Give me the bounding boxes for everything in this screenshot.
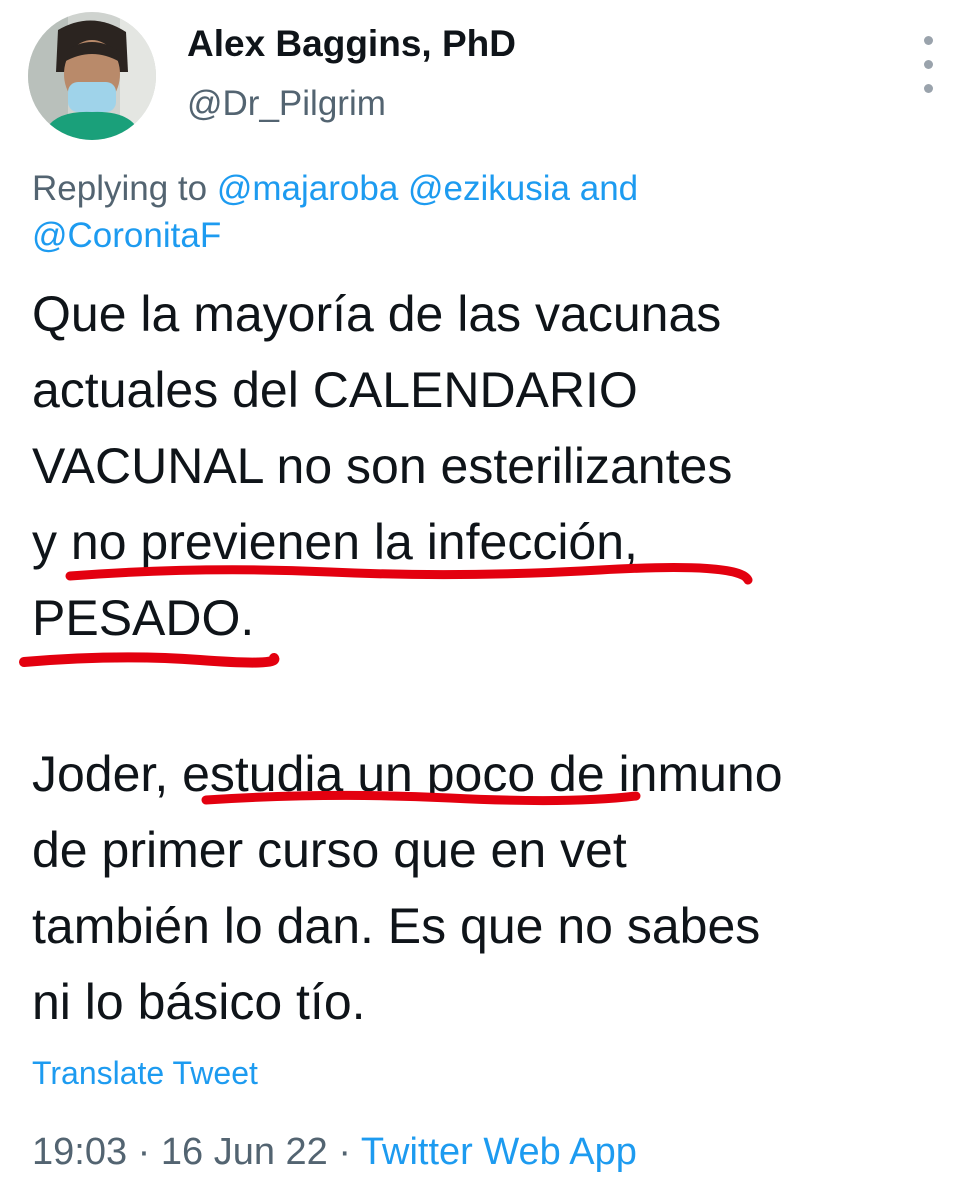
author-handle[interactable]: @Dr_Pilgrim [187, 82, 386, 126]
tweet-text-line: Que la mayoría de las vacunas [32, 286, 722, 342]
meta-separator: · [338, 1131, 352, 1173]
more-options-button[interactable] [906, 26, 950, 106]
avatar[interactable] [28, 12, 156, 140]
tweet-source-link[interactable]: Twitter Web App [361, 1131, 637, 1173]
mention-link[interactable]: @ezikusia [408, 169, 570, 208]
replying-prefix: Replying to [32, 169, 208, 208]
tweet-text-line: PESADO. [32, 590, 255, 646]
tweet-text-line: ni lo básico tío. [32, 974, 366, 1030]
tweet-text-line: de primer curso que en vet [32, 822, 627, 878]
tweet-text-line: VACUNAL no son esterilizantes [32, 438, 733, 494]
mention-link[interactable]: @CoronitaF [32, 216, 221, 255]
profile-photo [28, 12, 156, 140]
mention-and[interactable]: and [580, 169, 638, 208]
meta-separator: · [137, 1131, 151, 1173]
tweet-text-line: y no previenen la infección, [32, 514, 638, 570]
tweet-date[interactable]: 16 Jun 22 [161, 1131, 328, 1173]
more-dot [924, 60, 933, 69]
tweet-text-line: también lo dan. Es que no sabes [32, 898, 761, 954]
more-dot [924, 84, 933, 93]
translate-tweet-link[interactable]: Translate Tweet [32, 1052, 258, 1094]
tweet-meta: 19:03 · 16 Jun 22 · Twitter Web App [32, 1128, 637, 1176]
tweet-time[interactable]: 19:03 [32, 1131, 127, 1173]
mention-link[interactable]: @majaroba [217, 169, 398, 208]
tweet-card: Alex Baggins, PhD @Dr_Pilgrim Replying t… [0, 0, 974, 1200]
underline-pesado [19, 652, 280, 668]
tweet-text-line: actuales del CALENDARIO [32, 362, 638, 418]
author-name[interactable]: Alex Baggins, PhD [187, 22, 516, 66]
replying-to: Replying to @majaroba @ezikusia and @Cor… [32, 165, 792, 259]
more-vertical-icon [924, 36, 933, 45]
tweet-text-line: Joder, estudia un poco de inmuno [32, 746, 783, 802]
